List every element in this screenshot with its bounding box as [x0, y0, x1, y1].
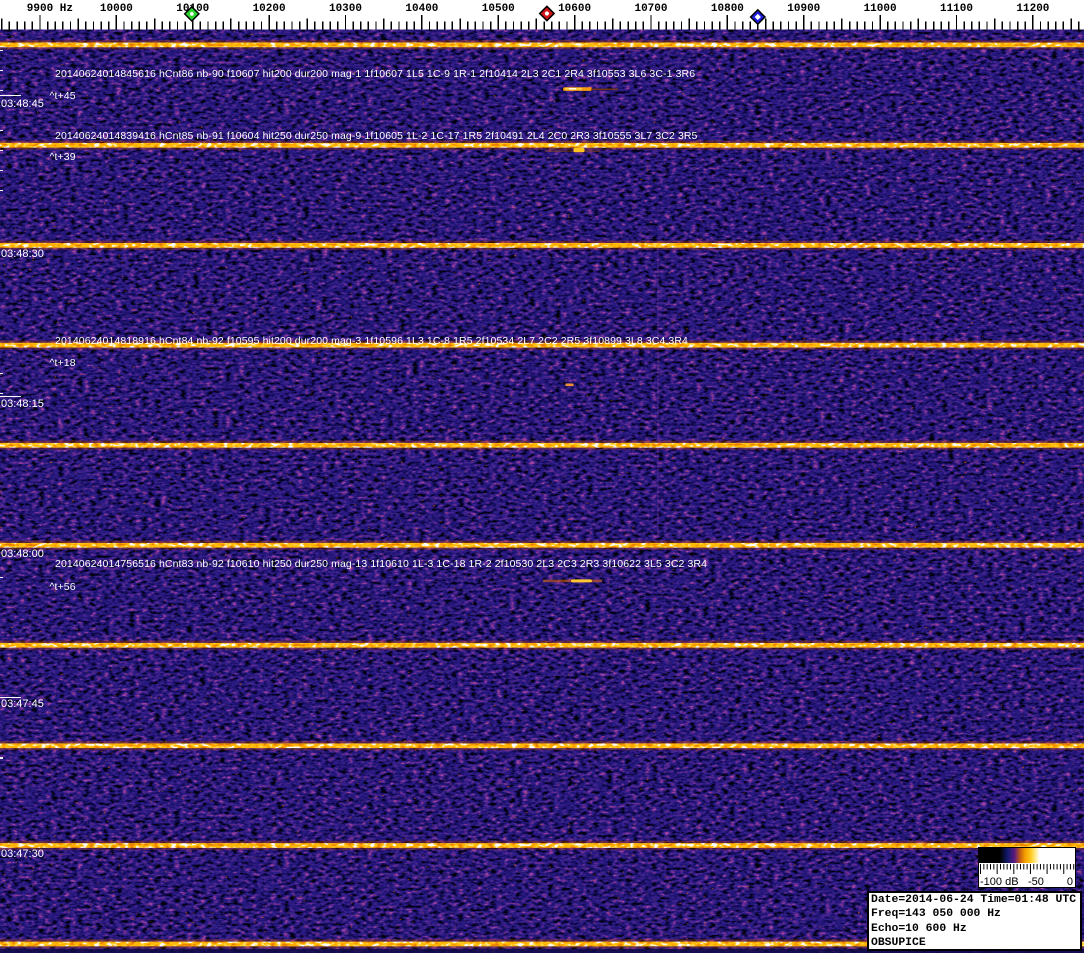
svg-text:9900 Hz: 9900 Hz [27, 3, 73, 15]
svg-text:10400: 10400 [405, 3, 438, 15]
svg-text:11000: 11000 [864, 3, 897, 15]
svg-text:11200: 11200 [1016, 3, 1049, 15]
svg-text:10600: 10600 [558, 3, 591, 15]
svg-text:11100: 11100 [940, 3, 973, 15]
svg-text:10000: 10000 [100, 3, 133, 15]
svg-text:10500: 10500 [482, 3, 515, 15]
svg-text:10700: 10700 [634, 3, 667, 15]
svg-text:10900: 10900 [787, 3, 820, 15]
svg-text:10200: 10200 [253, 3, 286, 15]
svg-text:10300: 10300 [329, 3, 362, 15]
svg-text:10800: 10800 [711, 3, 744, 15]
